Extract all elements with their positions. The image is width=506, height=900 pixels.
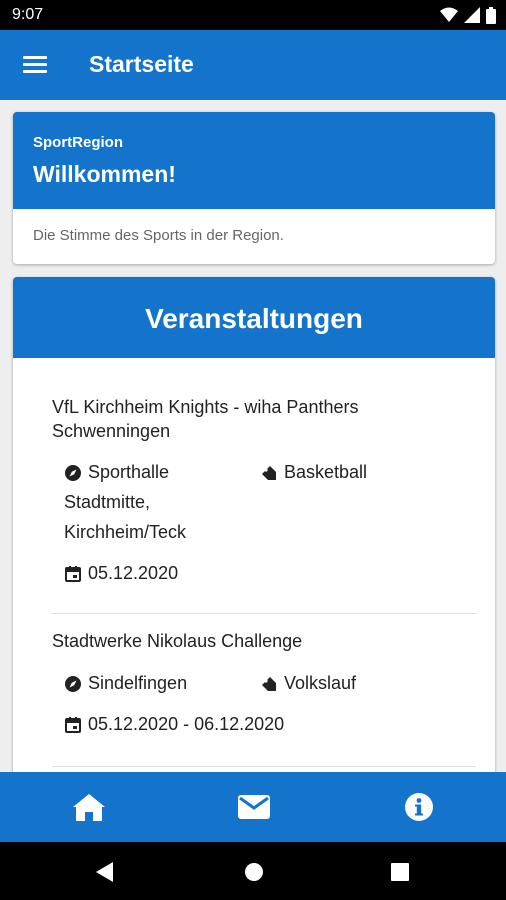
welcome-card: SportRegion Willkommen! Die Stimme des S… — [13, 112, 495, 264]
event-name-line: Schwenningen — [52, 421, 171, 441]
menu-button[interactable] — [18, 51, 52, 79]
compass-icon — [65, 465, 81, 481]
list-item[interactable]: VfL Kirchheim Knights - wiha Panthers Sc… — [52, 395, 476, 583]
event-location-line: Stadtmitte, — [64, 492, 151, 512]
menu-icon — [23, 70, 47, 73]
circle-icon — [245, 863, 263, 881]
event-name-line: Stadtwerke Nikolaus Challenge — [52, 631, 303, 651]
events-header: Veranstaltungen — [13, 277, 495, 358]
mail-icon — [238, 795, 270, 819]
system-nav-bar — [0, 842, 506, 900]
welcome-title: Willkommen! — [33, 161, 176, 187]
info-icon — [405, 793, 433, 821]
divider — [52, 613, 476, 614]
event-name: Stadtwerke Nikolaus Challenge — [52, 629, 476, 653]
welcome-header: SportRegion Willkommen! — [13, 112, 495, 209]
signal-icon — [464, 7, 480, 23]
divider — [52, 766, 476, 767]
menu-icon — [23, 56, 47, 59]
status-bar: 9:07 — [0, 0, 506, 30]
status-time: 9:07 — [12, 6, 44, 23]
app-bar: Startseite — [0, 30, 506, 100]
home-icon — [73, 794, 105, 821]
nav-home-button[interactable] — [71, 791, 107, 823]
compass-icon — [65, 676, 81, 692]
event-sport: Volkslauf — [260, 668, 460, 698]
status-icons — [440, 6, 496, 24]
list-item[interactable]: Stadtwerke Nikolaus Challenge Sindelfing… — [52, 629, 476, 741]
home-system-button[interactable] — [243, 861, 265, 883]
calendar-icon — [65, 566, 81, 582]
event-location: Sporthalle Stadtmitte, Kirchheim/Teck — [64, 457, 254, 547]
battery-icon — [486, 6, 496, 24]
event-date: 05.12.2020 — [64, 558, 364, 588]
event-location-line: Sindelfingen — [88, 673, 188, 693]
event-date: 05.12.2020 - 06.12.2020 — [64, 709, 424, 739]
back-button[interactable] — [94, 861, 116, 883]
bottom-nav — [0, 772, 506, 842]
tag-icon — [262, 677, 276, 691]
page-title: Startseite — [89, 51, 194, 77]
event-sport-text: Basketball — [284, 462, 368, 482]
calendar-icon — [65, 717, 81, 733]
square-icon — [391, 863, 409, 881]
event-sport: Basketball — [260, 457, 460, 487]
recents-button[interactable] — [389, 861, 411, 883]
welcome-subtitle: Die Stimme des Sports in der Region. — [33, 227, 284, 244]
back-icon — [96, 862, 113, 882]
event-location-line: Sporthalle — [88, 462, 170, 482]
welcome-overline: SportRegion — [33, 134, 123, 151]
nav-mail-button[interactable] — [236, 791, 272, 823]
events-title: Veranstaltungen — [145, 303, 363, 334]
event-name: VfL Kirchheim Knights - wiha Panthers Sc… — [52, 395, 476, 443]
event-date-text: 05.12.2020 — [88, 563, 179, 583]
tag-icon — [262, 466, 276, 480]
event-location-line: Kirchheim/Teck — [64, 522, 187, 542]
event-name-line: VfL Kirchheim Knights - wiha Panthers — [52, 397, 359, 417]
event-location: Sindelfingen — [64, 668, 254, 698]
menu-icon — [23, 63, 47, 66]
events-card: Veranstaltungen VfL Kirchheim Knights - … — [13, 277, 495, 797]
event-date-text: 05.12.2020 - 06.12.2020 — [88, 714, 285, 734]
wifi-icon — [440, 7, 458, 22]
event-sport-text: Volkslauf — [284, 673, 357, 693]
nav-info-button[interactable] — [401, 791, 437, 823]
